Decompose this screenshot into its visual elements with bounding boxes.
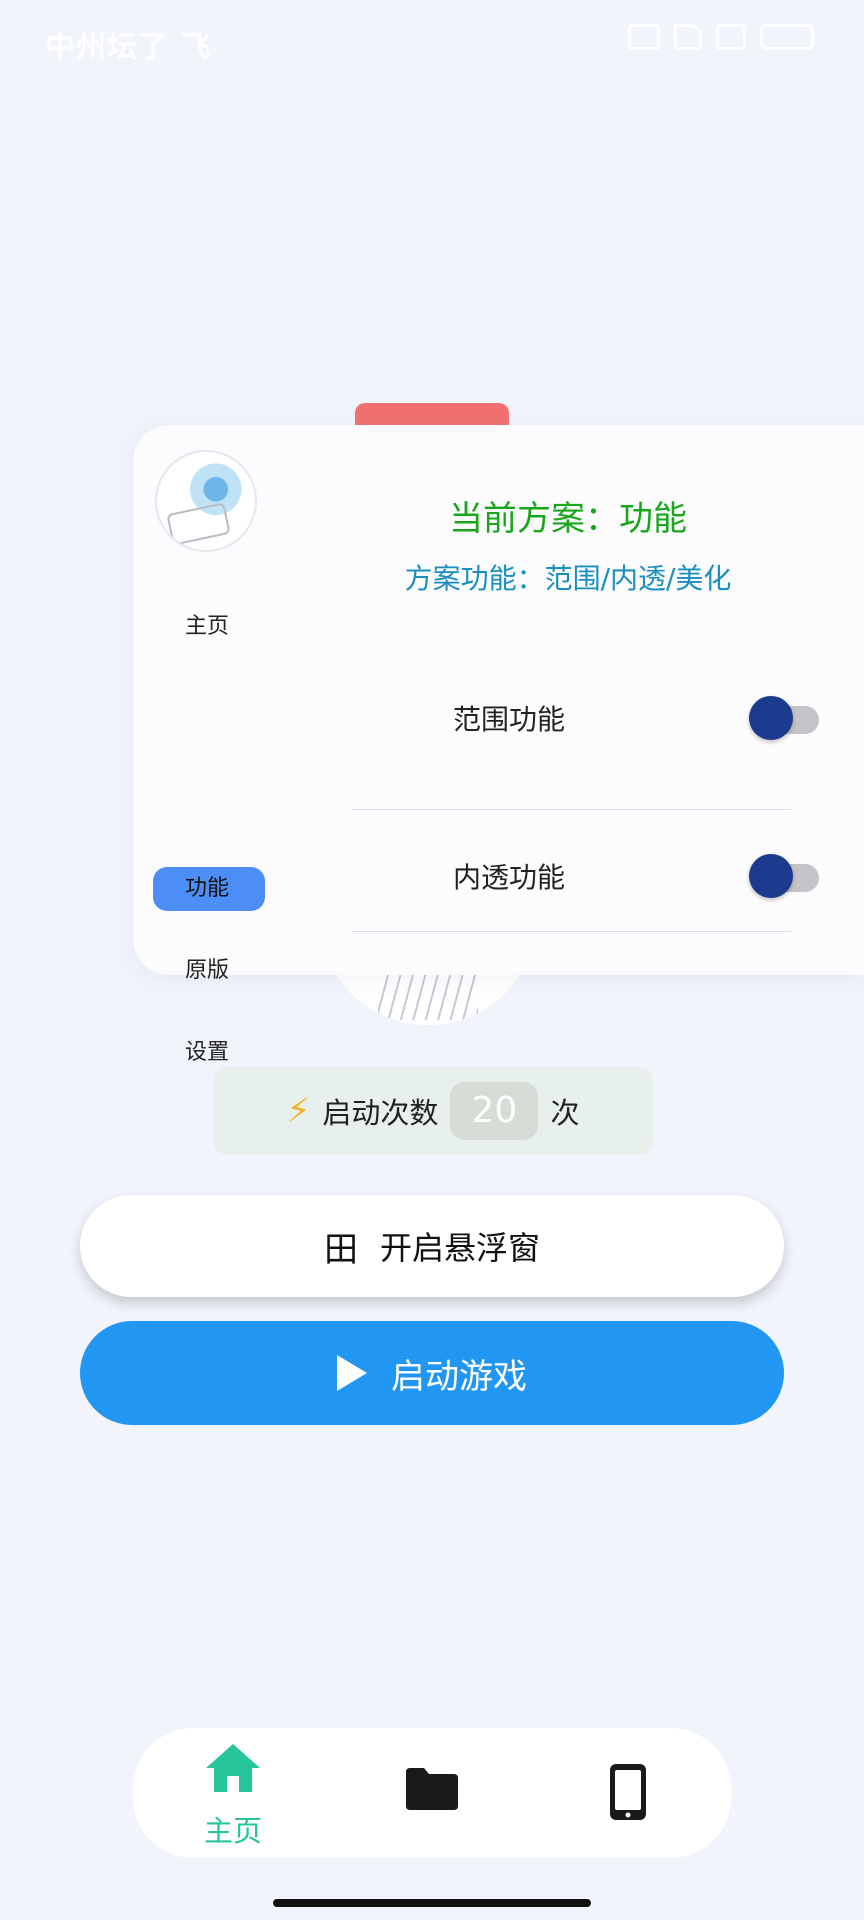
menu-nav-label: 功能 xyxy=(185,876,230,901)
signal-icon xyxy=(674,24,702,50)
start-game-label: 启动游戏 xyxy=(391,1356,527,1397)
folder-icon xyxy=(406,1768,458,1810)
bottom-nav-files[interactable] xyxy=(367,1728,497,1858)
camera-icon xyxy=(628,24,660,50)
divider xyxy=(351,809,791,810)
scheme-subtitle: 方案功能：范围/内透/美化 xyxy=(404,562,732,595)
phone-icon xyxy=(610,1764,646,1820)
menu-nav-item-original[interactable]: 原版 xyxy=(153,949,265,993)
start-game-button[interactable]: 启动游戏 xyxy=(80,1321,784,1425)
status-bar: 中州坛了 飞 xyxy=(0,0,864,90)
bottom-nav-home[interactable]: 主页 xyxy=(168,1728,298,1858)
feature-label: 范围功能 xyxy=(453,703,566,736)
grid-icon: 田 xyxy=(323,1229,358,1270)
scheme-title: 当前方案：功能 xyxy=(449,499,687,539)
home-indicator xyxy=(273,1899,591,1907)
status-text: 中州坛了 飞 xyxy=(45,30,212,65)
open-floating-window-label: 开启悬浮窗 xyxy=(379,1229,540,1267)
message-icon xyxy=(716,24,746,50)
function-menu-card: 主页 功能 原版 设置 当前方案：功能 方案功能：范围/内透/美化 范围功能 内… xyxy=(133,425,864,1065)
menu-nav-label: 设置 xyxy=(185,1040,230,1065)
bottom-nav-device[interactable] xyxy=(563,1728,693,1858)
menu-nav-label: 原版 xyxy=(185,958,230,983)
toggle-knob xyxy=(749,854,793,898)
launch-count-value: 20 xyxy=(450,1082,539,1140)
menu-nav-item-home[interactable]: 主页 xyxy=(153,605,265,649)
lightning-icon: ⚡ xyxy=(286,1091,311,1131)
penetrate-toggle[interactable] xyxy=(749,854,821,898)
play-icon xyxy=(337,1355,367,1391)
launch-count-unit: 次 xyxy=(550,1096,580,1130)
menu-nav-item-features[interactable]: 功能 xyxy=(153,867,265,911)
status-icons xyxy=(628,24,814,50)
battery-icon xyxy=(760,24,814,50)
feature-label: 内透功能 xyxy=(453,861,566,894)
avatar[interactable] xyxy=(155,450,257,552)
feature-row-penetrate: 内透功能 xyxy=(353,848,819,968)
launch-count-label: 启动次数 xyxy=(322,1096,439,1130)
range-toggle[interactable] xyxy=(749,696,821,740)
feature-row-range: 范围功能 xyxy=(353,690,819,810)
toggle-knob xyxy=(749,696,793,740)
bottom-nav: 主页 xyxy=(133,1728,731,1858)
open-floating-window-button[interactable]: 田 开启悬浮窗 xyxy=(80,1195,784,1297)
bottom-nav-home-label: 主页 xyxy=(203,1814,262,1848)
divider xyxy=(351,931,791,932)
home-icon xyxy=(206,1744,260,1792)
menu-nav-label: 主页 xyxy=(185,614,230,639)
launch-count-panel: ⚡ 启动次数 20 次 xyxy=(213,1067,653,1155)
